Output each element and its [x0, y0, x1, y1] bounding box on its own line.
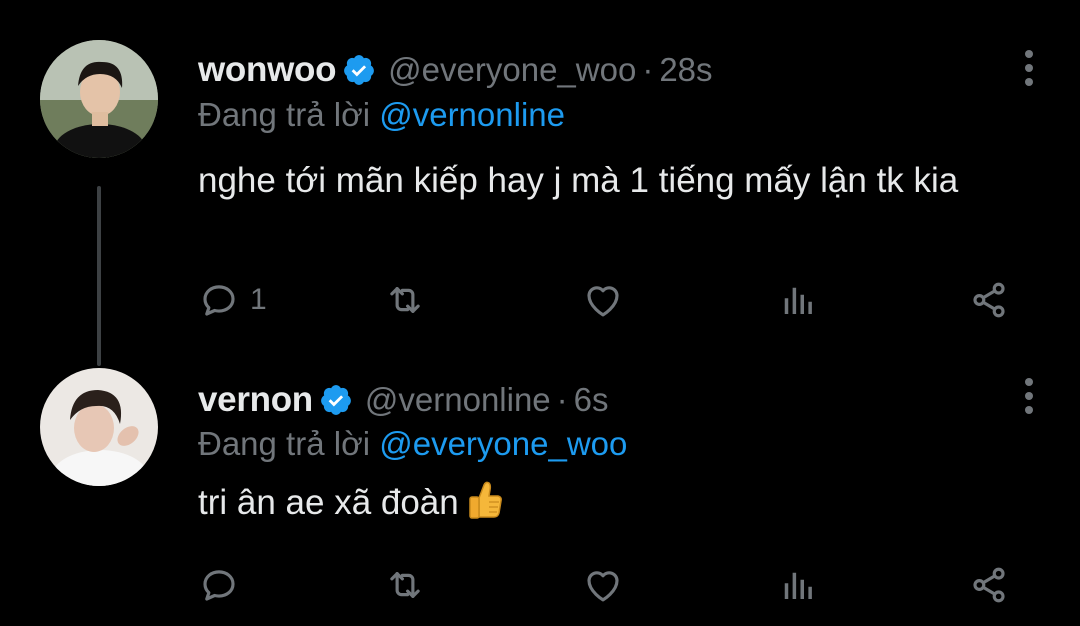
- retweet-icon: [390, 287, 420, 313]
- reply-icon: [203, 285, 235, 316]
- share-icon: [973, 282, 1005, 318]
- reply-icon: [203, 570, 235, 601]
- tweet-header: wonwoo @everyone_woo · 28s: [198, 48, 713, 92]
- share-icon: [973, 567, 1005, 603]
- views-icon: [784, 287, 812, 314]
- separator-dot: ·: [642, 51, 654, 88]
- retweet-button[interactable]: [384, 563, 426, 607]
- more-icon[interactable]: [1024, 50, 1034, 86]
- tweet-text-container: tri ân ae xã đoàn: [198, 480, 1018, 525]
- replying-to-handle[interactable]: @everyone_woo: [379, 425, 627, 462]
- timestamp[interactable]: 6s: [574, 381, 609, 419]
- tweet-text: tri ân ae xã đoàn: [198, 483, 459, 522]
- share-button[interactable]: [968, 563, 1010, 607]
- views-icon: [784, 572, 812, 599]
- tweet-vernon[interactable]: vernon @vernonline · 6s Đang trả lời @ev…: [0, 350, 1080, 626]
- more-icon[interactable]: [1024, 378, 1034, 414]
- avatar[interactable]: [40, 368, 158, 486]
- replying-to-label: Đang trả lời: [198, 96, 371, 133]
- verified-icon: [344, 55, 375, 85]
- display-name[interactable]: vernon: [198, 380, 313, 420]
- like-icon: [587, 286, 619, 317]
- display-name[interactable]: wonwoo: [198, 50, 336, 90]
- tweet-actions: 1: [198, 278, 1028, 322]
- share-button[interactable]: [968, 278, 1010, 322]
- replying-to-label: Đang trả lời: [198, 425, 371, 462]
- reply-button[interactable]: 1: [198, 278, 267, 322]
- like-button[interactable]: [582, 278, 624, 322]
- reply-button[interactable]: [198, 563, 250, 607]
- user-handle[interactable]: @vernonline: [365, 381, 551, 419]
- timestamp[interactable]: 28s: [659, 51, 712, 89]
- replying-to: Đang trả lời @everyone_woo: [198, 425, 627, 463]
- like-button[interactable]: [582, 563, 624, 607]
- tweet-text: nghe tới mãn kiếp hay j mà 1 tiếng mấy l…: [198, 161, 959, 200]
- user-handle[interactable]: @everyone_woo: [388, 51, 636, 89]
- separator-dot: ·: [556, 381, 568, 418]
- like-icon: [587, 571, 619, 602]
- retweet-icon: [390, 572, 420, 598]
- tweet-actions: [198, 563, 1028, 607]
- tweet-header: vernon @vernonline · 6s: [198, 378, 609, 422]
- views-button[interactable]: [776, 563, 818, 607]
- avatar[interactable]: [40, 40, 158, 158]
- replying-to-handle[interactable]: @vernonline: [379, 96, 565, 133]
- thumbs-up-emoji-icon: [469, 481, 502, 519]
- retweet-button[interactable]: [384, 278, 426, 322]
- views-button[interactable]: [776, 278, 818, 322]
- reply-count: 1: [250, 283, 267, 316]
- replying-to: Đang trả lời @vernonline: [198, 96, 565, 134]
- tweet-wonwoo[interactable]: wonwoo @everyone_woo · 28s Đang trả lời …: [0, 0, 1080, 350]
- verified-icon: [321, 385, 351, 415]
